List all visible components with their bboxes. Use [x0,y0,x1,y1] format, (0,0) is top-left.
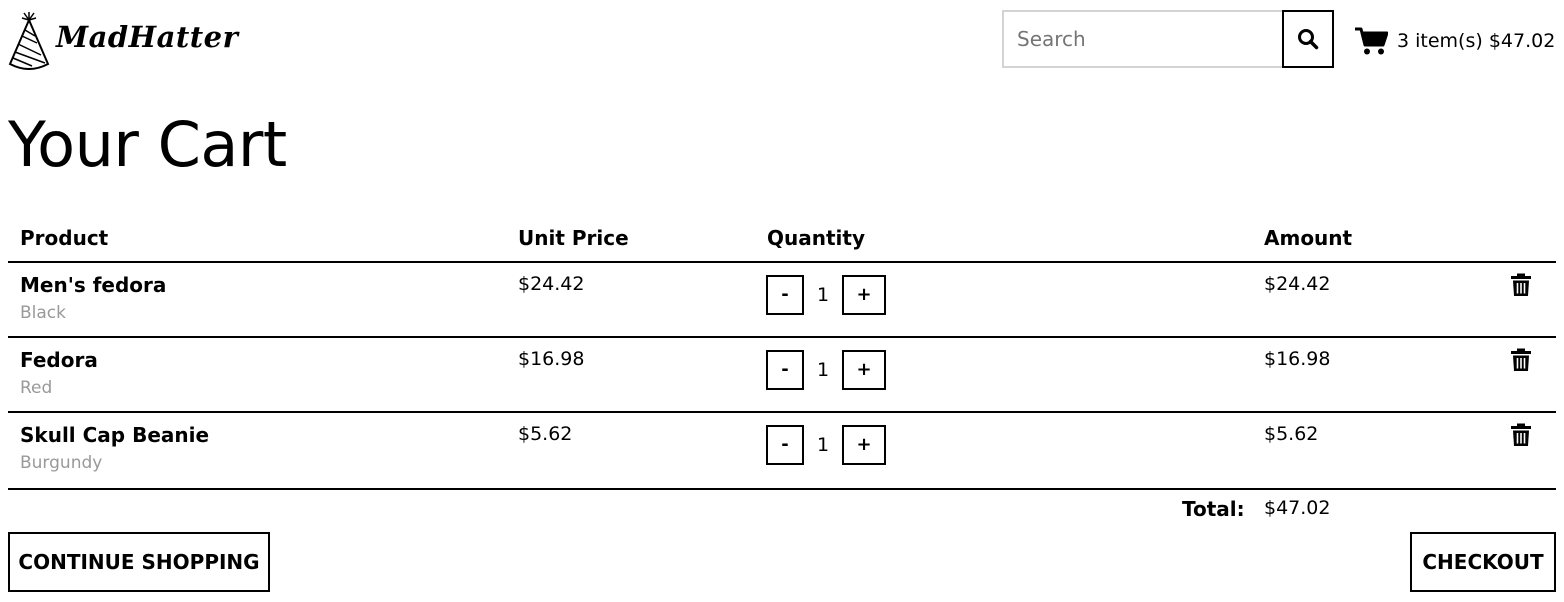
column-header-amount: Amount [1264,226,1353,250]
cart-summary-link[interactable]: 3 item(s) $47.02 [1354,24,1555,58]
increase-quantity-button[interactable]: + [842,425,886,465]
checkout-button[interactable]: CHECKOUT [1410,532,1556,592]
column-header-unit-price: Unit Price [518,226,629,250]
decrease-quantity-button[interactable]: - [766,350,804,390]
quantity-stepper: - 1 + [766,275,886,315]
search-button[interactable] [1282,10,1334,68]
search-input[interactable] [1002,10,1282,68]
trash-icon [1511,273,1531,296]
decrease-quantity-button[interactable]: - [766,275,804,315]
cart-table: Product Unit Price Quantity Amount Men's… [8,222,1556,490]
increase-quantity-button[interactable]: + [842,275,886,315]
search-icon [1298,29,1319,50]
unit-price: $24.42 [518,273,585,295]
quantity-value: 1 [816,434,830,456]
continue-shopping-button[interactable]: CONTINUE SHOPPING [8,532,270,592]
logo-text[interactable]: MadHatter [56,20,238,54]
decrease-quantity-button[interactable]: - [766,425,804,465]
table-row: Men's fedora Black $24.42 - 1 + $24.42 [8,263,1556,338]
line-amount: $5.62 [1264,423,1319,445]
increase-quantity-button[interactable]: + [842,350,886,390]
quantity-stepper: - 1 + [766,350,886,390]
product-variant: Burgundy [20,453,103,473]
cart-summary-text: 3 item(s) $47.02 [1397,30,1556,52]
party-hat-icon [8,12,50,70]
remove-item-button[interactable] [1510,273,1532,301]
total-value: $47.02 [1264,497,1331,519]
quantity-value: 1 [816,359,830,381]
line-amount: $16.98 [1264,348,1331,370]
product-name[interactable]: Skull Cap Beanie [20,423,209,447]
column-header-product: Product [20,226,109,250]
total-label: Total: [1182,497,1245,521]
logo[interactable] [8,10,50,70]
unit-price: $16.98 [518,348,585,370]
trash-icon [1511,348,1531,371]
product-variant: Red [20,378,53,398]
page-title: Your Cart [8,108,287,181]
remove-item-button[interactable] [1510,348,1532,376]
cart-icon [1355,27,1388,55]
table-row: Fedora Red $16.98 - 1 + $16.98 [8,338,1556,413]
trash-icon [1511,423,1531,446]
column-header-quantity: Quantity [767,226,865,250]
quantity-stepper: - 1 + [766,425,886,465]
remove-item-button[interactable] [1510,423,1532,451]
product-name[interactable]: Men's fedora [20,273,166,297]
search-bar [1002,10,1334,68]
unit-price: $5.62 [518,423,573,445]
table-header: Product Unit Price Quantity Amount [8,222,1556,263]
quantity-value: 1 [816,284,830,306]
product-variant: Black [20,303,66,323]
product-name[interactable]: Fedora [20,348,98,372]
table-row: Skull Cap Beanie Burgundy $5.62 - 1 + $5… [8,413,1556,490]
line-amount: $24.42 [1264,273,1331,295]
